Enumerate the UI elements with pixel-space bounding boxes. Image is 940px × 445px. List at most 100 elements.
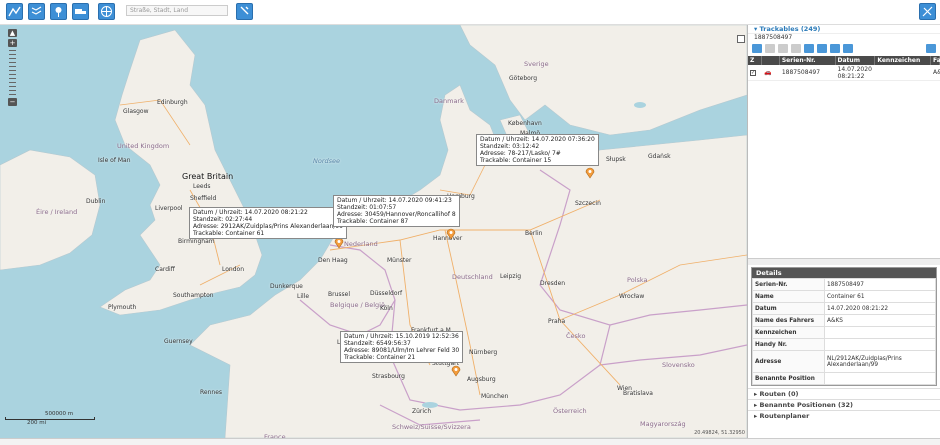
grid-header: Z Serien-Nr. Datum Kennzeichen Fah (748, 56, 940, 65)
label-koeln: Köln (380, 305, 393, 312)
edit-icon[interactable] (765, 44, 775, 53)
zoom-out-button[interactable]: − (8, 98, 17, 106)
export-icon[interactable] (843, 44, 853, 53)
label-rennes: Rennes (200, 389, 223, 396)
tooltip-line: Adresse: 2912AK/Zuidplas/Prins Alexander… (193, 223, 344, 230)
label-magyarorszag: Magyarország (640, 420, 686, 428)
trackables-toolbar (748, 42, 940, 56)
filter-icon[interactable] (817, 44, 827, 53)
details-key: Kennzeichen (752, 326, 825, 339)
details-row: Handy Nr. (752, 338, 936, 351)
details-key: Adresse (752, 350, 825, 373)
label-strasbourg: Strasbourg (372, 373, 405, 380)
coordinates-readout: 20.49824, 51.32950 (694, 430, 745, 436)
label-birmingham: Birmingham (178, 238, 215, 245)
details-value (824, 338, 936, 351)
truck-icon[interactable] (72, 3, 89, 20)
label-london: London (222, 266, 244, 273)
accordion-routen[interactable]: ▸ Routen (0) (748, 388, 940, 399)
layer-switcher-icon[interactable] (737, 35, 745, 43)
details-panel: Details Serien-Nr. 1887508497 Name Containe… (751, 267, 937, 386)
car-icon: 🚗 (763, 69, 772, 76)
col-plate[interactable]: Kennzeichen (875, 56, 931, 65)
col-z[interactable]: Z (748, 56, 762, 65)
label-dresden: Dresden (540, 280, 566, 287)
label-wroclaw: Wrocław (619, 293, 645, 300)
label-eire: Éire / Ireland (36, 208, 78, 216)
label-southampton: Southampton (173, 292, 214, 299)
info-icon[interactable] (804, 44, 814, 53)
horizontal-scrollbar[interactable] (748, 258, 940, 265)
tooltip-container-21: Datum / Uhrzeit: 15.10.2019 12:52:36 Stan… (340, 331, 464, 363)
details-row: Name des Fahrers A&KS (752, 314, 936, 327)
col-icon (762, 56, 780, 65)
label-liverpool: Liverpool (155, 205, 183, 212)
label-duesseldorf: Düsseldorf (370, 290, 403, 297)
label-great-britain: Great Britain (182, 172, 234, 181)
label-brussel: Brussel (328, 291, 350, 298)
label-danmark: Danmark (434, 97, 464, 105)
trackables-title[interactable]: ▾ Trackables (249) (748, 25, 940, 34)
details-row: Benannte Position (752, 372, 936, 385)
label-lille: Lille (297, 293, 310, 300)
tooltip-line: Trackable: Container 87 (337, 218, 409, 225)
places-icon[interactable] (50, 3, 67, 20)
label-bratislava: Bratislava (623, 390, 653, 397)
tooltip-line: Adresse: 30459/Hannover/Roncallihof 8 (337, 211, 456, 218)
zoom-in-button[interactable]: + (8, 39, 17, 47)
label-berlin: Berlin (525, 230, 543, 237)
tooltip-line: Datum / Uhrzeit: 15.10.2019 12:52:36 (344, 333, 459, 340)
details-row: Kennzeichen (752, 326, 936, 339)
mail-icon[interactable] (791, 44, 801, 53)
check-icon[interactable] (752, 44, 762, 53)
col-driver[interactable]: Fah (931, 56, 940, 65)
pin-container-21[interactable] (450, 365, 462, 377)
globe-icon[interactable] (98, 3, 115, 20)
route-icon[interactable] (6, 3, 23, 20)
map-layers-icon[interactable] (28, 3, 45, 20)
pan-up-icon[interactable]: ▲ (8, 29, 17, 37)
delete-icon[interactable] (778, 44, 788, 53)
details-value (824, 372, 936, 385)
pin-container-87[interactable] (445, 228, 457, 240)
col-date[interactable]: Datum (836, 56, 876, 65)
label-praha: Praha (548, 318, 566, 325)
refresh-icon[interactable] (830, 44, 840, 53)
details-key: Datum (752, 302, 825, 315)
label-muenchen: München (481, 393, 509, 400)
accordion-named-positions[interactable]: ▸ Benannte Positionen (32) (748, 399, 940, 410)
label-belgie: Belgique / België (330, 301, 385, 309)
pin-container-15[interactable] (584, 167, 596, 179)
settings-icon[interactable] (919, 3, 936, 20)
tooltip-line: Datum / Uhrzeit: 14.07.2020 08:21:22 (193, 209, 308, 216)
grid-settings-icon[interactable] (926, 44, 936, 53)
label-muenster: Münster (387, 257, 412, 264)
search-input[interactable]: Straße, Stadt, Land (126, 5, 228, 16)
accordion-routen-label: Routen (0) (759, 390, 799, 398)
pin-tool-icon[interactable] (236, 3, 253, 20)
side-panel: ▾ Trackables (249) 1887508497 Z Serien-N… (747, 25, 940, 438)
details-value: 14.07.2020 08:21:22 (824, 302, 936, 315)
label-nederland: Nederland (344, 240, 378, 248)
scale-bar: 500000 m 200 mi (5, 411, 95, 426)
details-key: Name (752, 290, 825, 303)
accordion-route-planner-label: Routenplaner (759, 412, 810, 420)
label-cesko: Česko (566, 332, 586, 340)
label-gdansk: Gdańsk (648, 153, 671, 160)
col-serial[interactable]: Serien-Nr. (780, 56, 836, 65)
accordion-route-planner[interactable]: ▸ Routenplaner (748, 410, 940, 421)
label-edinburgh: Edinburgh (157, 99, 188, 106)
details-row: Name Container 61 (752, 290, 936, 303)
label-leeds: Leeds (193, 183, 211, 190)
details-value (824, 326, 936, 339)
label-zuerich: Zürich (412, 408, 432, 415)
label-oesterreich: Österreich (553, 407, 587, 415)
map-view[interactable]: Glasgow Edinburgh United Kingdom Great Brit… (0, 25, 747, 438)
row-checkbox[interactable]: ✓ (750, 70, 756, 76)
label-uk: United Kingdom (117, 142, 170, 150)
label-goteborg: Göteborg (509, 75, 538, 82)
table-row[interactable]: ✓ 🚗 1887508497 14.07.2020 08:21:22 A&KS (748, 65, 940, 81)
selected-trackable: 1887508497 (754, 34, 793, 41)
label-plymouth: Plymouth (108, 304, 137, 311)
label-schweiz: Schweiz/Suisse/Svizzera (392, 423, 471, 431)
